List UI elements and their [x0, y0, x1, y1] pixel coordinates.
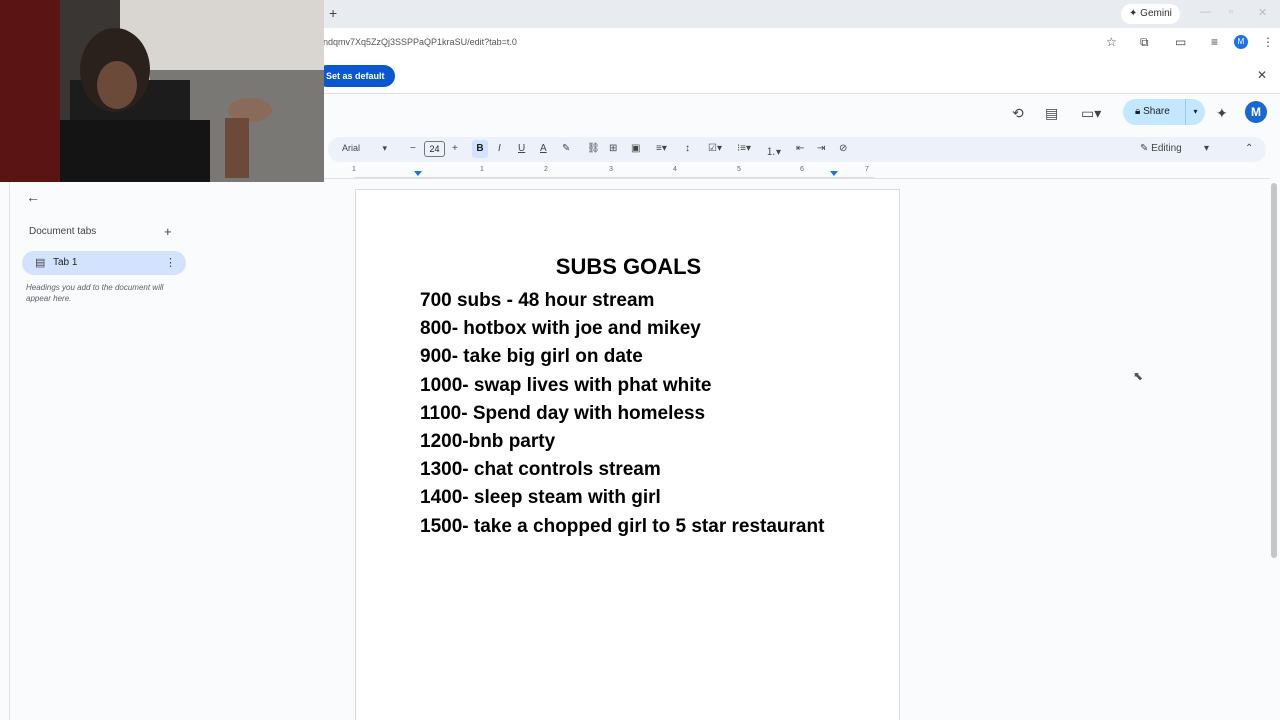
gemini-sparkle-icon[interactable]: ✦ — [1216, 105, 1228, 122]
version-history-icon[interactable]: ⟲ — [1012, 105, 1024, 122]
highlight-pen-icon[interactable]: ✎ — [562, 143, 570, 154]
browser-profile-avatar[interactable]: M — [1234, 35, 1248, 49]
ruler-number: 7 — [865, 166, 869, 173]
account-avatar[interactable]: M — [1245, 101, 1267, 123]
italic-button[interactable]: I — [498, 143, 501, 154]
document-tabs-heading: Document tabs — [29, 226, 97, 237]
add-comment-icon[interactable]: ⊞ — [609, 143, 617, 154]
ruler-number: 1 — [480, 166, 484, 173]
font-family-value: Arial — [342, 143, 361, 153]
close-window-icon[interactable]: ✕ — [1258, 6, 1267, 19]
set-as-default-button[interactable]: Set as default — [316, 65, 395, 87]
decrease-font-size-icon[interactable]: − — [410, 143, 416, 154]
sparkle-icon: ✦ — [1129, 8, 1138, 19]
list-item: 900- take big girl on date — [420, 346, 643, 368]
list-item: 800- hotbox with joe and mikey — [420, 318, 701, 340]
horizontal-ruler[interactable]: 1 1 2 3 4 5 6 7 — [330, 166, 900, 178]
list-item: 1300- chat controls stream — [420, 459, 661, 481]
lock-icon: 🔒︎ — [1135, 106, 1141, 117]
gemini-label: Gemini — [1140, 8, 1172, 19]
font-family-select[interactable]: Arial ▾ — [342, 143, 387, 154]
add-tab-icon[interactable]: + — [164, 224, 172, 239]
document-tab-icon: ▤ — [35, 257, 46, 269]
pencil-icon: ✎ — [1140, 143, 1149, 154]
align-icon[interactable]: ≡▾ — [656, 143, 667, 154]
ruler-number: 2 — [544, 166, 548, 173]
insert-image-icon[interactable]: ▣ — [631, 143, 640, 154]
vertical-scrollbar[interactable] — [1271, 183, 1277, 558]
comments-icon[interactable]: ▤ — [1045, 105, 1058, 122]
underline-button[interactable]: U — [518, 143, 525, 154]
outline-hint-text: Headings you add to the document will ap… — [26, 283, 164, 303]
new-tab-button[interactable]: + — [329, 5, 337, 21]
webcam-overlay — [0, 0, 324, 182]
bookmark-star-icon[interactable]: ☆ — [1106, 35, 1117, 49]
tab-options-icon[interactable]: ⋮ — [165, 256, 176, 269]
meet-video-icon[interactable]: ▭▾ — [1081, 105, 1101, 122]
document-page[interactable]: SUBS GOALS 700 subs - 48 hour stream 800… — [355, 189, 900, 720]
extensions-icon[interactable]: ⧉ — [1140, 35, 1149, 50]
right-indent-marker[interactable] — [830, 171, 838, 176]
text-color-button[interactable]: A — [540, 143, 547, 154]
share-label: Share — [1143, 106, 1170, 117]
close-infobar-icon[interactable]: ✕ — [1257, 68, 1267, 82]
increase-font-size-icon[interactable]: + — [452, 143, 458, 154]
editing-mode-select[interactable]: ✎ Editing ▾ — [1140, 143, 1209, 154]
share-button[interactable]: 🔒︎ Share ▾ — [1123, 99, 1205, 125]
editing-mode-label: Editing — [1151, 143, 1182, 154]
line-spacing-icon[interactable]: ↕ — [685, 143, 690, 154]
bold-button[interactable]: B — [472, 140, 488, 158]
collapse-menus-icon[interactable]: ⌃ — [1245, 143, 1253, 154]
browser-menu-icon[interactable]: ⋮ — [1262, 35, 1274, 49]
cast-icon[interactable]: ▭ — [1175, 35, 1186, 49]
url-text[interactable]: ndqmv7Xq5ZzQj3SSPPaQP1kraSU/edit?tab=t.0 — [323, 37, 517, 47]
minimize-icon[interactable]: — — [1200, 6, 1211, 18]
restore-icon[interactable]: ▫ — [1229, 6, 1233, 18]
list-item: 1100- Spend day with homeless — [420, 402, 706, 424]
left-indent-marker[interactable] — [414, 171, 422, 176]
ruler-number: 3 — [609, 166, 613, 173]
webcam-feed-image — [0, 0, 324, 182]
numbered-list-icon[interactable]: ⒈▾ — [766, 143, 781, 158]
list-item: 700 subs - 48 hour stream — [420, 290, 655, 311]
bulleted-list-icon[interactable]: ⁝≡▾ — [737, 143, 751, 154]
document-heading: SUBS GOALS — [555, 254, 702, 279]
formatting-toolbar: Arial ▾ − 24 + B I U A ✎ ⛓ ⊞ ▣ ≡▾ ↕ ☑▾ ⁝… — [328, 137, 1266, 162]
increase-indent-icon[interactable]: ⇥ — [817, 143, 825, 154]
gemini-button[interactable]: ✦ Gemini — [1121, 4, 1180, 24]
sidebar-tab-1[interactable]: ▤ Tab 1 ⋮ — [22, 251, 186, 275]
clear-formatting-icon[interactable]: ⊘ — [839, 143, 847, 154]
close-outline-arrow-icon[interactable]: ← — [26, 189, 40, 205]
list-item: 1200-bnb party — [420, 431, 556, 453]
ruler-number: 1 — [352, 166, 356, 173]
font-size-input[interactable]: 24 — [424, 141, 445, 157]
tab-label: Tab 1 — [53, 257, 78, 268]
checklist-icon[interactable]: ☑▾ — [708, 143, 722, 154]
ruler-number: 6 — [800, 166, 804, 173]
decrease-indent-icon[interactable]: ⇤ — [796, 143, 804, 154]
list-item: 1500- take a chopped girl to 5 star rest… — [420, 515, 825, 537]
vertical-ruler[interactable] — [0, 180, 10, 720]
ruler-number: 4 — [673, 166, 677, 173]
list-item: 1000- swap lives with phat white — [420, 374, 712, 396]
insert-link-icon[interactable]: ⛓ — [587, 143, 600, 154]
document-body: 700 subs - 48 hour stream 800- hotbox wi… — [420, 287, 840, 541]
list-item: 1400- sleep steam with girl — [420, 487, 661, 509]
mouse-pointer-icon: ⬉ — [1133, 369, 1144, 383]
ruler-number: 5 — [737, 166, 741, 173]
share-dropdown-icon[interactable]: ▾ — [1185, 99, 1205, 125]
media-control-icon[interactable]: ≡ — [1211, 35, 1218, 49]
